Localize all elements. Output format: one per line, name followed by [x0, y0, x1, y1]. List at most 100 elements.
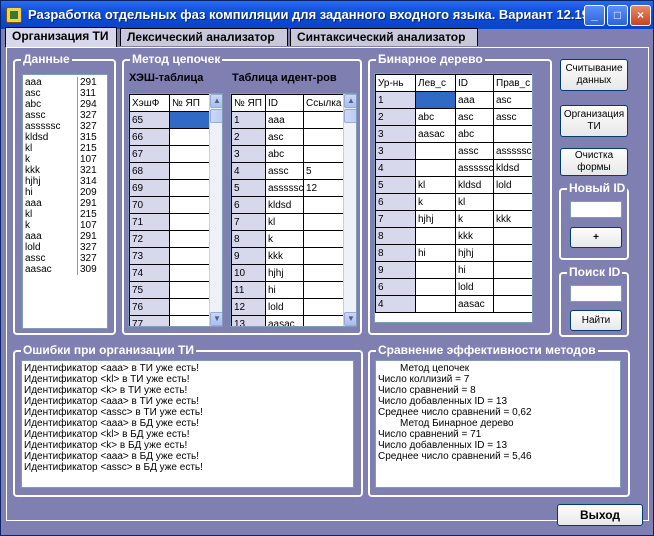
scroll-thumb[interactable]	[344, 109, 356, 123]
ident-table[interactable]: № ЯП ID Ссылка 1 aaa 2 asc 3 abc 4 assc 5 5 asssssc 12…	[230, 93, 357, 327]
org-ti-button[interactable]: Организация ТИ	[560, 105, 628, 137]
table-row[interactable]: 77	[129, 315, 210, 326]
table-row[interactable]: 75	[129, 281, 210, 299]
ident-id-cell[interactable]: aaa	[265, 111, 304, 129]
ident-id-cell[interactable]: lold	[265, 298, 304, 316]
table-row[interactable]: 2 asc	[231, 128, 344, 146]
table-row[interactable]: 11 hi	[231, 281, 344, 299]
table-row[interactable]: 67	[129, 145, 210, 163]
hash-table-scrollbar[interactable]: ▲ ▼	[209, 94, 222, 326]
data-name-item[interactable]: aaa	[25, 231, 61, 242]
table-row[interactable]: 76	[129, 298, 210, 316]
ident-table-scrollbar[interactable]: ▲ ▼	[343, 94, 356, 326]
tree-right-cell[interactable]: lold	[493, 176, 532, 194]
ident-id-cell[interactable]: hi	[265, 281, 304, 299]
scroll-up-icon[interactable]: ▲	[344, 94, 356, 108]
tree-id-cell[interactable]: kl	[455, 193, 494, 211]
title-bar[interactable]: Разработка отдельных фаз компиляции для …	[1, 1, 653, 29]
tree-id-cell[interactable]: abc	[455, 125, 494, 143]
comparison-textbox[interactable]: Метод цепочек Число коллизий = 7 Число сра…	[375, 360, 621, 488]
table-row[interactable]: 65	[129, 111, 210, 129]
ident-ref-cell[interactable]	[303, 230, 344, 248]
table-row[interactable]: 69	[129, 179, 210, 197]
scroll-down-icon[interactable]: ▼	[210, 312, 222, 326]
ident-id-cell[interactable]: k	[265, 230, 304, 248]
tree-id-cell[interactable]: assc	[455, 142, 494, 160]
data-code-item[interactable]: 315	[80, 132, 97, 143]
ident-ref-cell[interactable]	[303, 247, 344, 265]
tree-right-cell[interactable]	[493, 244, 532, 262]
tree-left-cell[interactable]	[415, 261, 456, 279]
data-code-item[interactable]: 107	[80, 220, 97, 231]
data-code-item[interactable]: 107	[80, 154, 97, 165]
ident-ref-cell[interactable]	[303, 128, 344, 146]
tree-id-cell[interactable]: hjhj	[455, 244, 494, 262]
table-row[interactable]: 2 abc asc assc	[375, 108, 532, 126]
tree-right-cell[interactable]: asc	[493, 91, 532, 109]
tree-right-cell[interactable]: asssssc	[493, 142, 532, 160]
binary-tree-table[interactable]: Ур-нь Лев_с ID Прав_с 1 aaa asc 2 abc asc assc 3 aas…	[374, 73, 533, 323]
table-row[interactable]: 73	[129, 247, 210, 265]
scroll-down-icon[interactable]: ▼	[344, 312, 356, 326]
ident-ref-cell[interactable]: 5	[303, 162, 344, 180]
table-row[interactable]: 3 abc	[231, 145, 344, 163]
ident-ref-cell[interactable]	[303, 145, 344, 163]
table-row[interactable]: 9 kkk	[231, 247, 344, 265]
hash-ref-cell[interactable]	[169, 111, 210, 129]
data-code-item[interactable]: 309	[80, 264, 97, 275]
tree-left-cell[interactable]: kl	[415, 176, 456, 194]
data-code-item[interactable]: 327	[80, 121, 97, 132]
search-id-input[interactable]	[570, 285, 622, 302]
column-header[interactable]: ID	[455, 74, 494, 92]
ident-id-cell[interactable]: abc	[265, 145, 304, 163]
data-listbox[interactable]: aaa asc abc assc asssssc kldsd kl k kkk hjhj hi aaa…	[22, 74, 108, 329]
table-row[interactable]: 68	[129, 162, 210, 180]
data-code-item[interactable]: 215	[80, 209, 97, 220]
hash-ref-cell[interactable]	[169, 162, 210, 180]
tree-id-cell[interactable]: asssssc	[455, 159, 494, 177]
tree-left-cell[interactable]	[415, 159, 456, 177]
tree-right-cell[interactable]	[493, 278, 532, 296]
tab-parser[interactable]: Синтаксический анализатор	[290, 28, 478, 46]
hash-ref-cell[interactable]	[169, 196, 210, 214]
data-name-item[interactable]: kl	[25, 143, 61, 154]
close-button[interactable]: ×	[630, 5, 651, 26]
ident-ref-cell[interactable]	[303, 264, 344, 282]
table-row[interactable]: 12 lold	[231, 298, 344, 316]
tree-id-cell[interactable]: lold	[455, 278, 494, 296]
ident-id-cell[interactable]: aasac	[265, 315, 304, 326]
data-name-item[interactable]: abc	[25, 99, 61, 110]
data-code-item[interactable]: 291	[80, 198, 97, 209]
data-code-item[interactable]: 321	[80, 165, 97, 176]
tree-left-cell[interactable]	[415, 91, 456, 109]
data-code-item[interactable]: 215	[80, 143, 97, 154]
data-name-item[interactable]: hjhj	[25, 176, 61, 187]
tree-left-cell[interactable]	[415, 227, 456, 245]
ident-id-cell[interactable]: assc	[265, 162, 304, 180]
data-name-item[interactable]: lold	[25, 242, 61, 253]
data-name-item[interactable]: hi	[25, 187, 61, 198]
tree-id-cell[interactable]: kldsd	[455, 176, 494, 194]
ident-id-cell[interactable]: kl	[265, 213, 304, 231]
hash-table[interactable]: ХэшФ № ЯП 65 66 67 68 69 70 71 72 73 74 75 76 77 ▲ ▼	[128, 93, 223, 327]
ident-ref-cell[interactable]	[303, 315, 344, 326]
ident-id-cell[interactable]: asssssc	[265, 179, 304, 197]
hash-ref-cell[interactable]	[169, 145, 210, 163]
data-name-item[interactable]: assc	[25, 253, 61, 264]
tree-right-cell[interactable]	[493, 295, 532, 313]
tree-id-cell[interactable]: aasac	[455, 295, 494, 313]
new-id-input[interactable]	[570, 201, 622, 218]
table-row[interactable]: 4 asssssc kldsd	[375, 159, 532, 177]
column-header[interactable]: № ЯП	[231, 94, 266, 112]
column-header[interactable]: № ЯП	[169, 94, 210, 112]
data-name-item[interactable]: kldsd	[25, 132, 61, 143]
tree-left-cell[interactable]: hjhj	[415, 210, 456, 228]
table-row[interactable]: 1 aaa	[231, 111, 344, 129]
data-code-item[interactable]: 327	[80, 253, 97, 264]
tree-left-cell[interactable]	[415, 295, 456, 313]
table-row[interactable]: 70	[129, 196, 210, 214]
table-row[interactable]: 7 kl	[231, 213, 344, 231]
hash-ref-cell[interactable]	[169, 179, 210, 197]
column-header[interactable]: ХэшФ	[129, 94, 170, 112]
table-row[interactable]: 4 aasac	[375, 295, 532, 313]
